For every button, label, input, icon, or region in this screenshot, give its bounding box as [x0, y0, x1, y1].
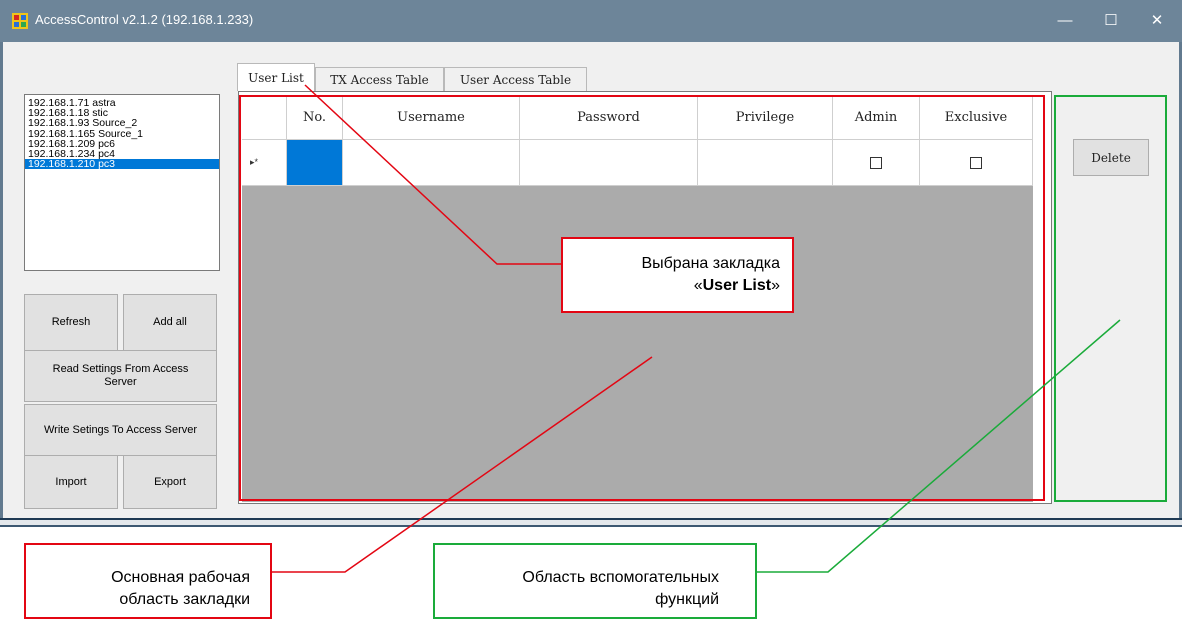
tab-callout-line2: «User List» — [693, 277, 780, 294]
tab-callout: Выбрана закладка «User List» — [561, 237, 794, 313]
aux-area-callout-line1: Область вспомогательных — [522, 569, 719, 586]
aux-area-callout: Область вспомогательных функций — [433, 543, 757, 619]
main-area-callout-line2: область закладки — [119, 591, 250, 608]
tab-callout-line1: Выбрана закладка — [641, 255, 780, 272]
main-area-callout: Основная рабочая область закладки — [24, 543, 272, 619]
aux-area-callout-line2: функций — [655, 591, 719, 608]
main-area-callout-line1: Основная рабочая — [111, 569, 250, 586]
